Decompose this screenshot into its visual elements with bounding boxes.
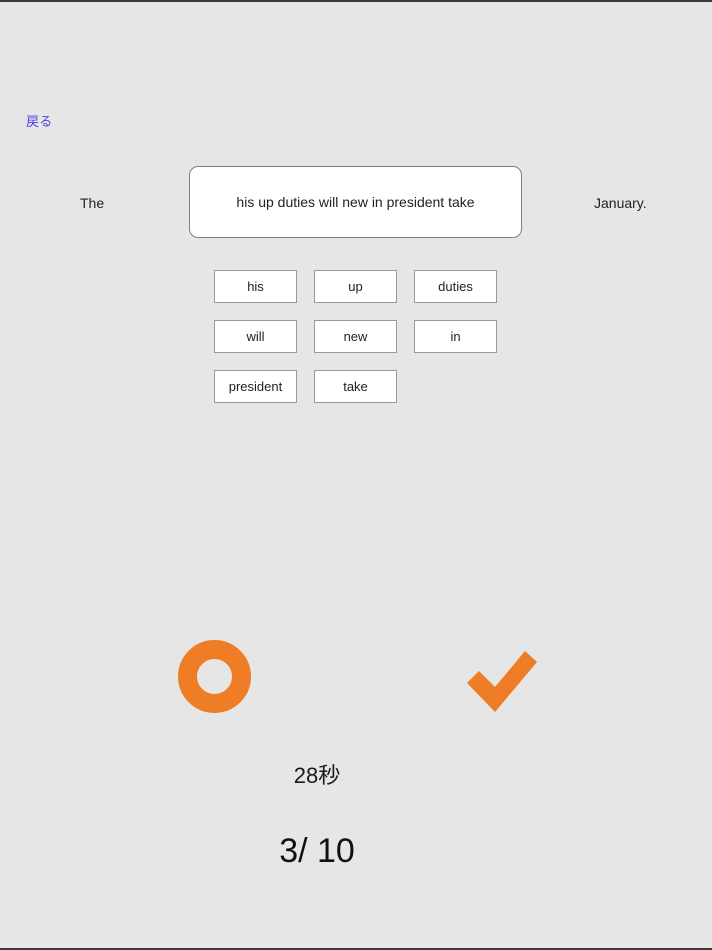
- word-tile[interactable]: up: [314, 270, 397, 303]
- word-tile[interactable]: take: [314, 370, 397, 403]
- result-icon-row: [0, 636, 712, 722]
- sentence-prefix-text: The: [80, 195, 105, 211]
- word-tile[interactable]: will: [214, 320, 297, 353]
- word-tile[interactable]: president: [214, 370, 297, 403]
- word-tile[interactable]: duties: [414, 270, 497, 303]
- word-tile[interactable]: in: [414, 320, 497, 353]
- sentence-row: The his up duties will new in president …: [0, 166, 712, 240]
- answer-box[interactable]: his up duties will new in president take: [189, 166, 522, 238]
- timer-text: 28秒: [293, 763, 341, 788]
- answer-box-text: his up duties will new in president take: [236, 194, 475, 210]
- quiz-page: 戻る The his up duties will new in preside…: [0, 2, 712, 948]
- word-tile[interactable]: his: [214, 270, 297, 303]
- sentence-suffix-text: January.: [594, 195, 647, 211]
- word-tile-grid: his up duties will new in president take: [214, 270, 498, 403]
- score-counter: 3/ 10: [279, 832, 355, 870]
- checkmark-icon[interactable]: [462, 642, 538, 716]
- word-tile[interactable]: new: [314, 320, 397, 353]
- back-link[interactable]: 戻る: [26, 113, 52, 131]
- circle-ring-icon[interactable]: [178, 640, 251, 713]
